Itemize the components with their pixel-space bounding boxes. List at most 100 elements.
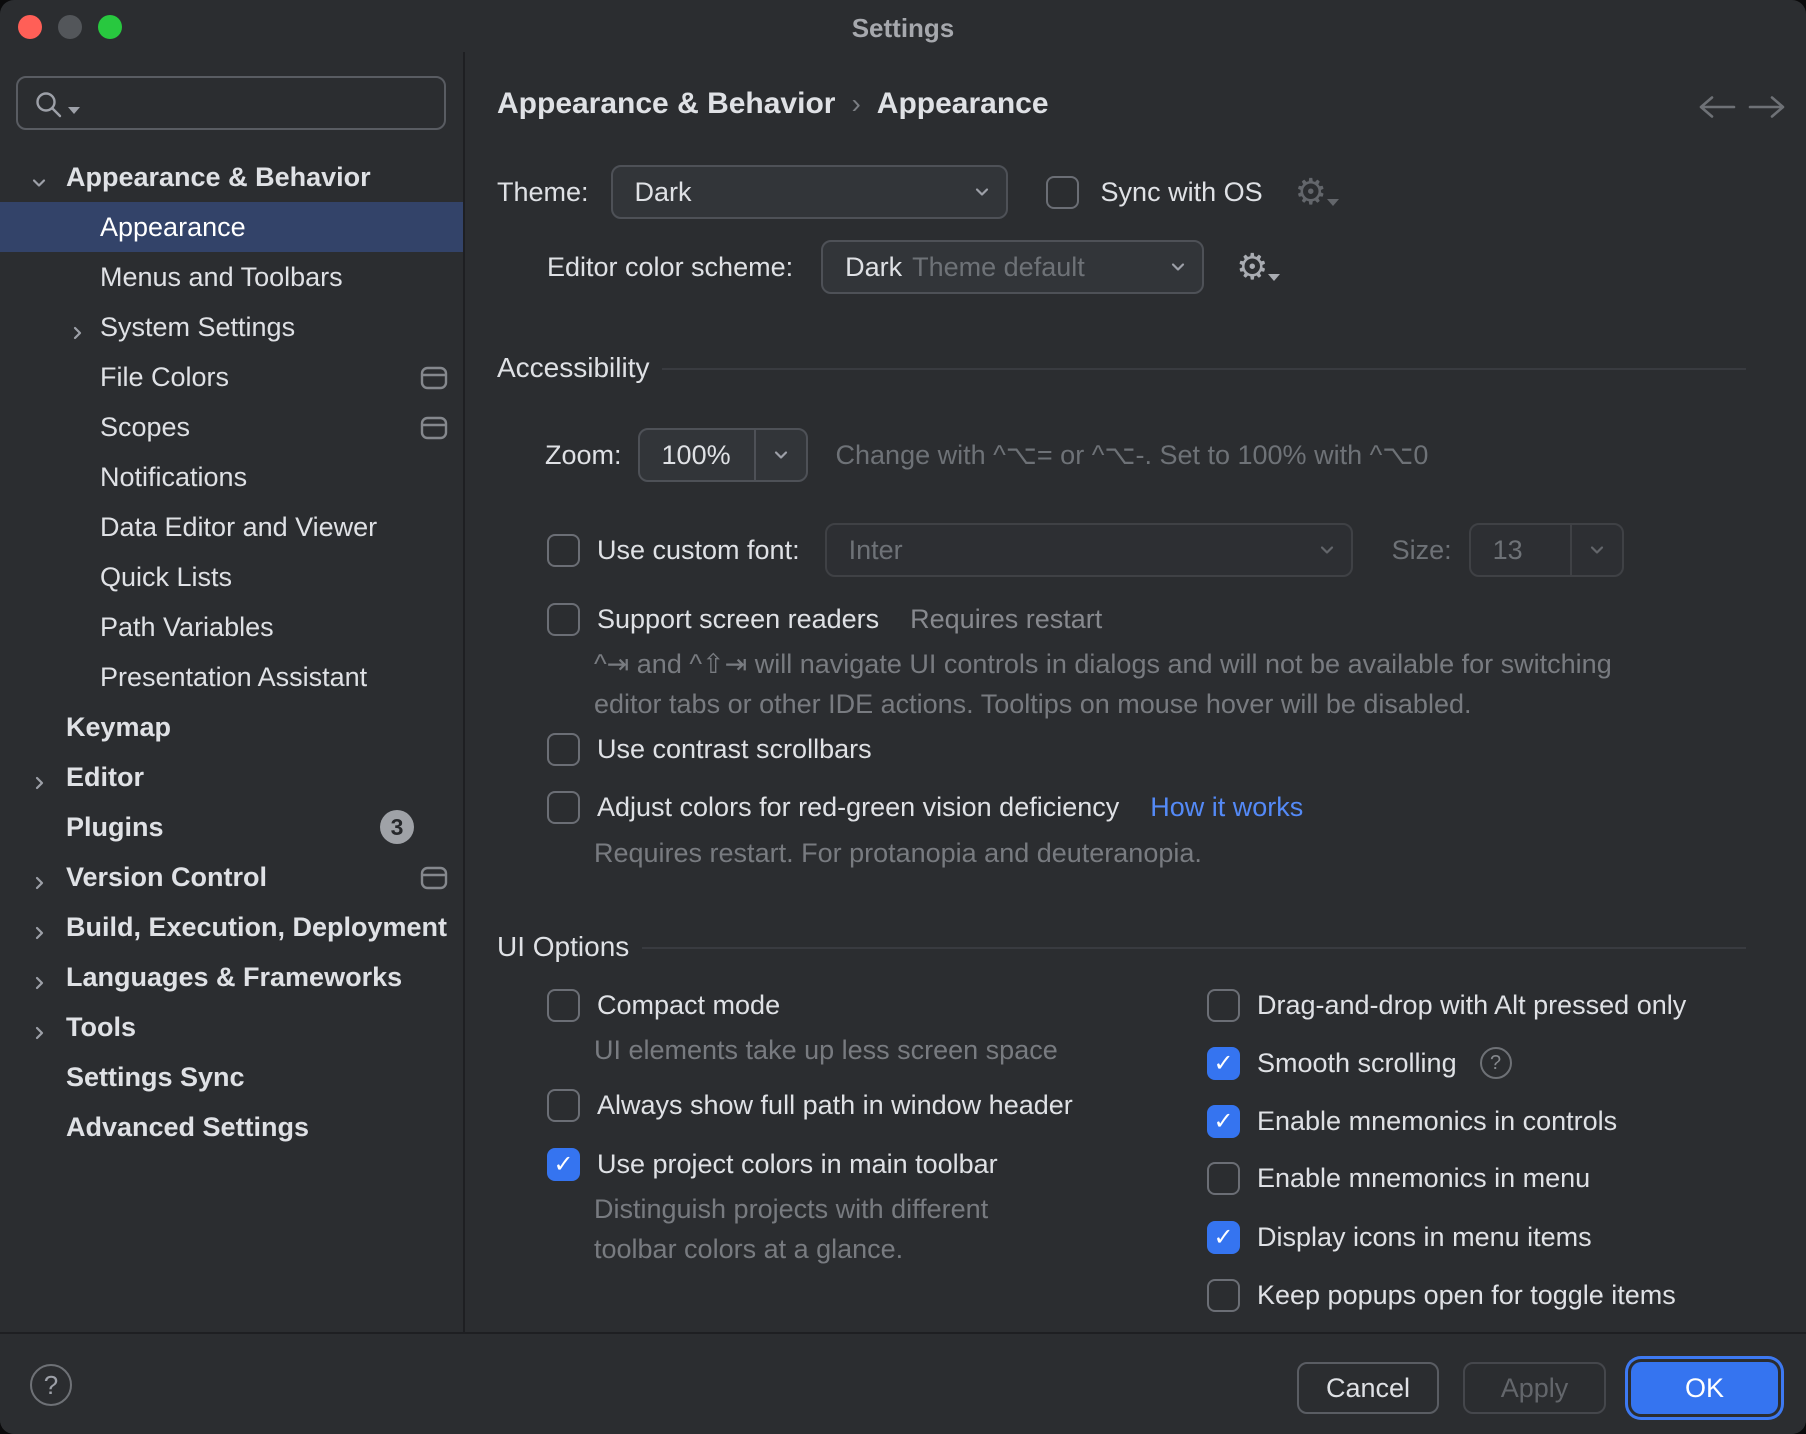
project-colors-row: Use project colors in main toolbar — [547, 1137, 998, 1191]
sidebar-item-system-settings[interactable]: System Settings — [0, 302, 463, 352]
red-green-label[interactable]: Adjust colors for red-green vision defic… — [597, 792, 1119, 823]
menu-icons-checkbox[interactable] — [1207, 1221, 1240, 1254]
sidebar-item-tools[interactable]: Tools — [0, 1002, 463, 1052]
editor-scheme-label: Editor color scheme: — [547, 252, 793, 283]
help-icon[interactable] — [1480, 1047, 1512, 1079]
full-path-checkbox[interactable] — [547, 1089, 580, 1122]
sidebar-item-editor[interactable]: Editor — [0, 752, 463, 802]
project-window-icon — [420, 416, 448, 447]
sidebar-item-quick-lists[interactable]: Quick Lists — [0, 552, 463, 602]
chevron-right-icon[interactable] — [30, 868, 48, 899]
sidebar-item-data-editor-viewer[interactable]: Data Editor and Viewer — [0, 502, 463, 552]
drag-drop-label[interactable]: Drag-and-drop with Alt pressed only — [1257, 990, 1686, 1021]
sidebar-item-version-control[interactable]: Version Control — [0, 852, 463, 902]
mnemonics-controls-row: Enable mnemonics in controls — [1207, 1094, 1617, 1148]
sidebar-item-presentation-assistant[interactable]: Presentation Assistant — [0, 652, 463, 702]
project-colors-checkbox[interactable] — [547, 1148, 580, 1181]
section-divider — [662, 368, 1746, 370]
breadcrumb-parent[interactable]: Appearance & Behavior — [497, 87, 835, 121]
settings-window: Settings Appearance & Behavior Appearanc… — [0, 0, 1806, 1434]
font-family-select[interactable]: Inter — [825, 523, 1353, 577]
red-green-description: Requires restart. For protanopia and deu… — [594, 833, 1202, 873]
sidebar-item-appearance[interactable]: Appearance — [0, 202, 463, 252]
mnemonics-controls-label[interactable]: Enable mnemonics in controls — [1257, 1106, 1617, 1137]
contrast-scrollbars-label[interactable]: Use contrast scrollbars — [597, 734, 872, 765]
chevron-right-icon[interactable] — [30, 918, 48, 949]
chevron-down-icon[interactable] — [30, 168, 48, 199]
help-button[interactable] — [30, 1364, 72, 1406]
dialog-footer: Cancel Apply OK — [0, 1332, 1806, 1434]
sync-with-os-checkbox[interactable] — [1046, 176, 1079, 209]
chevron-right-icon[interactable] — [30, 968, 48, 999]
menu-icons-label[interactable]: Display icons in menu items — [1257, 1222, 1592, 1253]
full-path-row: Always show full path in window header — [547, 1078, 1073, 1132]
settings-search-input[interactable] — [84, 82, 434, 126]
plugins-count-badge: 3 — [380, 810, 414, 844]
cancel-button[interactable]: Cancel — [1297, 1362, 1439, 1414]
chevron-right-icon[interactable] — [30, 1018, 48, 1049]
compact-mode-label[interactable]: Compact mode — [597, 990, 780, 1021]
theme-row: Theme: Dark Sync with OS — [497, 164, 1327, 220]
apply-button[interactable]: Apply — [1463, 1362, 1606, 1414]
zoom-label: Zoom: — [545, 440, 622, 471]
contrast-scrollbars-checkbox[interactable] — [547, 733, 580, 766]
custom-font-checkbox[interactable] — [547, 534, 580, 567]
title-bar: Settings — [0, 0, 1806, 52]
sync-with-os-label[interactable]: Sync with OS — [1101, 177, 1263, 208]
zoom-row: Zoom: 100% Change with ^⌥= or ^⌥-. Set t… — [545, 427, 1428, 483]
sidebar-item-file-colors[interactable]: File Colors — [0, 352, 463, 402]
editor-scheme-gear-icon[interactable] — [1236, 249, 1268, 285]
full-path-label[interactable]: Always show full path in window header — [597, 1090, 1073, 1121]
accessibility-section-title: Accessibility — [497, 352, 649, 384]
custom-font-label[interactable]: Use custom font: — [597, 535, 800, 566]
sync-os-gear-icon[interactable] — [1295, 174, 1327, 210]
ok-button[interactable]: OK — [1631, 1362, 1778, 1414]
screen-readers-checkbox[interactable] — [547, 603, 580, 636]
mnemonics-menu-label[interactable]: Enable mnemonics in menu — [1257, 1163, 1590, 1194]
chevron-right-icon[interactable] — [30, 768, 48, 799]
search-box[interactable] — [16, 76, 446, 130]
back-arrow-icon[interactable] — [1692, 92, 1740, 127]
font-size-select[interactable]: 13 — [1469, 523, 1624, 577]
compact-mode-description: UI elements take up less screen space — [594, 1030, 1058, 1070]
smooth-scrolling-label[interactable]: Smooth scrolling — [1257, 1048, 1457, 1079]
mnemonics-controls-checkbox[interactable] — [1207, 1105, 1240, 1138]
sidebar-item-plugins[interactable]: Plugins 3 — [0, 802, 463, 852]
sidebar-item-keymap[interactable]: Keymap — [0, 702, 463, 752]
theme-select[interactable]: Dark — [611, 165, 1008, 219]
sidebar-item-languages-frameworks[interactable]: Languages & Frameworks — [0, 952, 463, 1002]
section-divider — [642, 947, 1746, 949]
screen-readers-label[interactable]: Support screen readers — [597, 604, 879, 635]
sidebar-item-appearance-behavior[interactable]: Appearance & Behavior — [0, 152, 463, 202]
theme-label: Theme: — [497, 177, 589, 208]
sidebar-item-advanced-settings[interactable]: Advanced Settings — [0, 1102, 463, 1152]
mnemonics-menu-row: Enable mnemonics in menu — [1207, 1151, 1590, 1205]
sidebar-item-scopes[interactable]: Scopes — [0, 402, 463, 452]
breadcrumb-separator: › — [851, 88, 860, 120]
red-green-checkbox[interactable] — [547, 791, 580, 824]
sidebar-item-path-variables[interactable]: Path Variables — [0, 602, 463, 652]
breadcrumb: Appearance & Behavior › Appearance — [497, 84, 1049, 124]
drag-drop-checkbox[interactable] — [1207, 989, 1240, 1022]
sidebar-item-notifications[interactable]: Notifications — [0, 452, 463, 502]
search-history-arrow-icon[interactable] — [68, 107, 80, 120]
forward-arrow-icon[interactable] — [1744, 92, 1792, 127]
chevron-down-icon — [972, 182, 992, 202]
sidebar-item-build-execution-deployment[interactable]: Build, Execution, Deployment — [0, 902, 463, 952]
red-green-row: Adjust colors for red-green vision defic… — [547, 780, 1303, 834]
project-colors-label[interactable]: Use project colors in main toolbar — [597, 1149, 998, 1180]
settings-dialog: Settings Appearance & Behavior Appearanc… — [0, 0, 1806, 1434]
sidebar-item-settings-sync[interactable]: Settings Sync — [0, 1052, 463, 1102]
chevron-right-icon[interactable] — [68, 318, 86, 349]
compact-mode-checkbox[interactable] — [547, 989, 580, 1022]
drag-drop-row: Drag-and-drop with Alt pressed only — [1207, 978, 1686, 1032]
chevron-down-icon[interactable] — [754, 430, 806, 480]
keep-popups-checkbox[interactable] — [1207, 1279, 1240, 1312]
zoom-select[interactable]: 100% — [638, 428, 808, 482]
how-it-works-link[interactable]: How it works — [1150, 792, 1303, 823]
keep-popups-label[interactable]: Keep popups open for toggle items — [1257, 1280, 1676, 1311]
mnemonics-menu-checkbox[interactable] — [1207, 1162, 1240, 1195]
smooth-scrolling-checkbox[interactable] — [1207, 1047, 1240, 1080]
sidebar-item-menus-toolbars[interactable]: Menus and Toolbars — [0, 252, 463, 302]
editor-scheme-select[interactable]: Dark Theme default — [821, 240, 1204, 294]
